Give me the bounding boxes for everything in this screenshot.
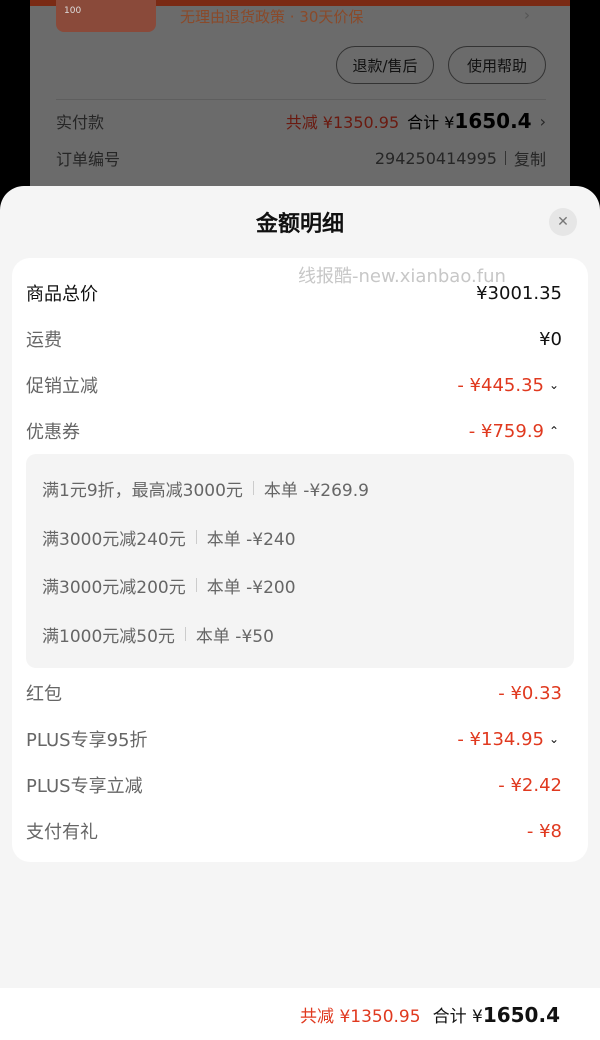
refund-aftersale-button[interactable]: 退款/售后 xyxy=(336,46,434,84)
chevron-up-icon[interactable]: ⌃ xyxy=(546,424,562,438)
total-amount: 合计 ¥1650.4 xyxy=(433,1002,560,1027)
coupon-item: 满1元9折，最高减3000元 本单 -¥269.9 xyxy=(42,474,369,502)
row-promotion[interactable]: 促销立减 - ¥445.35 ⌄ xyxy=(26,370,562,400)
total-saved: 共减 ¥1350.95 xyxy=(300,1006,421,1027)
coupon-rule: 满1000元减50元 xyxy=(42,626,175,647)
sheet-title: 金额明细 xyxy=(255,212,344,237)
chevron-down-icon[interactable]: ⌄ xyxy=(546,378,562,392)
coupon-rule: 满1元9折，最高减3000元 xyxy=(42,480,243,501)
amount-detail-card: 线报酷-new.xianbao.fun 商品总价 ¥3001.35 运费 ¥0 … xyxy=(12,258,588,862)
row-value: - ¥0.33 xyxy=(498,682,562,704)
separator xyxy=(252,481,254,495)
help-button[interactable]: 使用帮助 xyxy=(448,46,546,84)
paid-total-prefix: 合计 ¥ xyxy=(407,113,455,132)
order-number-row: 订单编号 294250414995 复制 xyxy=(56,146,546,170)
amount-detail-sheet: 金额明细 ✕ 线报酷-new.xianbao.fun 商品总价 ¥3001.35… xyxy=(0,186,600,1040)
coupon-amount: 本单 -¥50 xyxy=(195,626,274,647)
row-label: PLUS专享95折 xyxy=(26,730,148,751)
row-value: - ¥134.95 xyxy=(457,728,544,750)
coupon-amount: 本单 -¥269.9 xyxy=(263,480,369,501)
row-label: 促销立减 xyxy=(26,376,98,397)
row-shipping: 运费 ¥0 xyxy=(26,324,562,354)
row-plus-discount[interactable]: PLUS专享95折 - ¥134.95 ⌄ xyxy=(26,724,562,754)
chevron-down-icon[interactable]: ⌄ xyxy=(546,732,562,746)
paid-total-value: 1650.4 xyxy=(454,109,532,133)
return-policy-text: 无理由退货政策 · 30天价保 xyxy=(180,8,364,26)
total-value: 1650.4 xyxy=(482,1002,560,1027)
row-label: 商品总价 xyxy=(26,284,98,305)
copy-button[interactable]: 复制 xyxy=(514,146,546,170)
bottom-summary-bar: 共减 ¥1350.95 合计 ¥1650.4 xyxy=(0,988,600,1040)
row-plus-reduction: PLUS专享立减 - ¥2.42 xyxy=(26,770,562,800)
paid-total: 合计 ¥1650.4 xyxy=(407,109,531,133)
chevron-right-icon: › xyxy=(524,6,530,24)
row-coupon[interactable]: 优惠券 - ¥759.9 ⌃ xyxy=(26,416,562,446)
order-number-value: 294250414995 xyxy=(374,148,497,168)
coupon-item: 满1000元减50元 本单 -¥50 xyxy=(42,620,274,648)
row-value: - ¥8 xyxy=(526,820,562,842)
separator xyxy=(504,151,506,165)
product-thumbnail-text: 100 xyxy=(64,6,82,16)
row-value: ¥3001.35 xyxy=(476,282,562,304)
row-value: - ¥445.35 xyxy=(457,374,544,396)
paid-amount-label: 实付款 xyxy=(56,113,105,132)
separator xyxy=(184,627,186,641)
coupon-item: 满3000元减200元 本单 -¥200 xyxy=(42,571,296,599)
row-label: 运费 xyxy=(26,330,62,351)
coupon-rule: 满3000元减240元 xyxy=(42,529,186,550)
row-red-packet: 红包 - ¥0.33 xyxy=(26,678,562,708)
row-value: - ¥759.9 xyxy=(468,420,544,442)
order-number-label: 订单编号 xyxy=(56,150,121,169)
coupon-amount: 本单 -¥240 xyxy=(206,529,296,550)
close-icon[interactable]: ✕ xyxy=(549,208,577,236)
chevron-right-icon: › xyxy=(539,111,546,131)
paid-saved-amount: 共减 ¥1350.95 xyxy=(285,113,400,132)
paid-amount-row[interactable]: 实付款 共减 ¥1350.95 合计 ¥1650.4 › xyxy=(56,108,546,134)
row-payment-gift: 支付有礼 - ¥8 xyxy=(26,816,562,846)
product-thumbnail: 100 xyxy=(56,0,156,32)
separator xyxy=(195,578,197,592)
coupon-amount: 本单 -¥200 xyxy=(206,577,296,598)
row-label: 红包 xyxy=(26,684,62,705)
row-value: ¥0 xyxy=(539,328,562,350)
total-prefix: 合计 ¥ xyxy=(432,1006,483,1027)
row-label: 支付有礼 xyxy=(26,822,98,843)
row-label: 优惠券 xyxy=(26,422,80,443)
row-label: PLUS专享立减 xyxy=(26,776,143,797)
row-item-total: 商品总价 ¥3001.35 xyxy=(26,278,562,308)
divider xyxy=(56,99,546,100)
order-page-overlay: 100 无理由退货政策 · 30天价保 › 退款/售后 使用帮助 实付款 共减 … xyxy=(0,0,600,200)
separator xyxy=(195,530,197,544)
coupon-rule: 满3000元减200元 xyxy=(42,577,186,598)
coupon-detail-box: 满1元9折，最高减3000元 本单 -¥269.9 满3000元减240元 本单… xyxy=(26,454,574,668)
coupon-item: 满3000元减240元 本单 -¥240 xyxy=(42,523,296,551)
row-value: - ¥2.42 xyxy=(498,774,562,796)
